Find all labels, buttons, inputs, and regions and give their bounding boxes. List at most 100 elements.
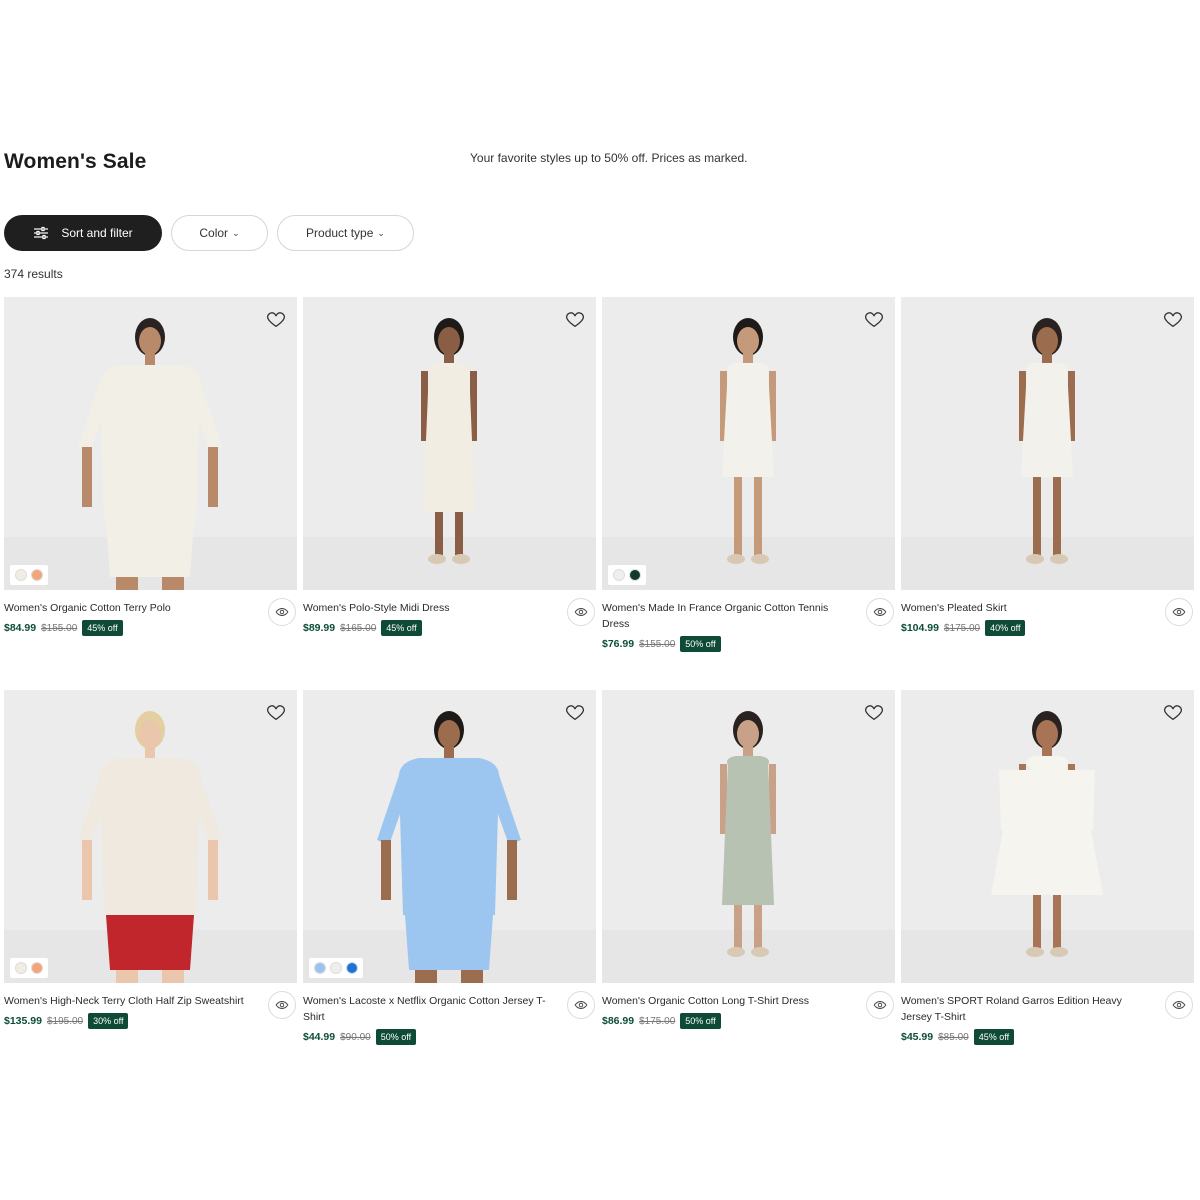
original-price: $85.00 <box>938 1031 969 1043</box>
discount-badge: 45% off <box>82 620 123 636</box>
original-price: $175.00 <box>639 1015 676 1027</box>
quick-view-button[interactable] <box>1165 598 1193 626</box>
quick-view-button[interactable] <box>567 598 595 626</box>
quick-view-button[interactable] <box>268 991 296 1019</box>
discount-badge: 30% off <box>88 1013 129 1029</box>
product-image[interactable] <box>901 297 1194 590</box>
color-swatch[interactable] <box>31 569 43 581</box>
product-image[interactable] <box>901 690 1194 983</box>
price-row: $104.99 $175.00 40% off <box>901 620 1150 636</box>
discount-badge: 45% off <box>973 1029 1015 1045</box>
quick-view-button[interactable] <box>567 991 595 1019</box>
color-swatch[interactable] <box>613 569 625 581</box>
color-swatches <box>10 565 48 585</box>
filter-bar: Sort and filter Color ⌄ Product type ⌄ <box>4 215 414 251</box>
price-row: $84.99 $155.00 45% off <box>4 620 253 636</box>
product-image[interactable] <box>4 297 297 590</box>
product-name[interactable]: Women's SPORT Roland Garros Edition Heav… <box>901 993 1150 1025</box>
heart-icon[interactable] <box>1162 308 1184 330</box>
product-name[interactable]: Women's High-Neck Terry Cloth Half Zip S… <box>4 993 253 1009</box>
product-type-filter-label: Product type <box>306 226 374 240</box>
sale-price: $135.99 <box>4 1015 42 1027</box>
heart-icon[interactable] <box>564 701 586 723</box>
original-price: $165.00 <box>340 622 377 634</box>
product-type-filter-dropdown[interactable]: Product type ⌄ <box>277 215 414 251</box>
product-name[interactable]: Women's Made In France Organic Cotton Te… <box>602 600 851 632</box>
color-filter-dropdown[interactable]: Color ⌄ <box>171 215 268 251</box>
chevron-down-icon: ⌄ <box>377 227 385 238</box>
sale-price: $89.99 <box>303 622 336 634</box>
original-price: $155.00 <box>41 622 78 634</box>
price-row: $44.99 $90.00 50% off <box>303 1029 552 1045</box>
eye-icon <box>275 1001 289 1009</box>
discount-badge: 50% off <box>680 636 721 652</box>
product-name[interactable]: Women's Organic Cotton Terry Polo <box>4 600 253 616</box>
price-row: $45.99 $85.00 45% off <box>901 1029 1150 1045</box>
heart-icon[interactable] <box>564 308 586 330</box>
heart-icon[interactable] <box>265 701 287 723</box>
discount-badge: 50% off <box>680 1013 721 1029</box>
heart-icon[interactable] <box>863 701 885 723</box>
product-card[interactable]: Women's SPORT Roland Garros Edition Heav… <box>901 690 1194 1083</box>
product-image[interactable] <box>602 297 895 590</box>
price-row: $76.99 $155.00 50% off <box>602 636 851 652</box>
product-name[interactable]: Women's Polo-Style Midi Dress <box>303 600 552 616</box>
color-swatch[interactable] <box>15 962 27 974</box>
eye-icon <box>1172 1001 1186 1009</box>
product-image[interactable] <box>602 690 895 983</box>
sort-and-filter-label: Sort and filter <box>61 226 133 240</box>
product-card[interactable]: Women's Lacoste x Netflix Organic Cotton… <box>303 690 596 1083</box>
heart-icon[interactable] <box>863 308 885 330</box>
product-card[interactable]: Women's Made In France Organic Cotton Te… <box>602 297 895 690</box>
eye-icon <box>574 1001 588 1009</box>
product-card[interactable]: Women's Organic Cotton Long T-Shirt Dres… <box>602 690 895 1083</box>
eye-icon <box>574 608 588 616</box>
color-swatch[interactable] <box>31 962 43 974</box>
color-swatch[interactable] <box>15 569 27 581</box>
sliders-icon <box>34 226 49 240</box>
product-name[interactable]: Women's Lacoste x Netflix Organic Cotton… <box>303 993 552 1025</box>
price-row: $89.99 $165.00 45% off <box>303 620 552 636</box>
discount-badge: 50% off <box>375 1029 417 1045</box>
price-row: $135.99 $195.00 30% off <box>4 1013 253 1029</box>
quick-view-button[interactable] <box>866 598 894 626</box>
color-swatch[interactable] <box>629 569 641 581</box>
original-price: $90.00 <box>340 1031 371 1043</box>
product-name[interactable]: Women's Organic Cotton Long T-Shirt Dres… <box>602 993 851 1009</box>
color-swatches <box>608 565 646 585</box>
original-price: $175.00 <box>943 622 981 634</box>
page-title: Women's Sale <box>4 150 147 173</box>
color-swatch[interactable] <box>314 962 326 974</box>
chevron-down-icon: ⌄ <box>232 227 240 238</box>
product-card[interactable]: Women's Pleated Skirt $104.99 $175.00 40% o… <box>901 297 1194 690</box>
sale-price: $45.99 <box>901 1031 934 1043</box>
product-card[interactable]: Women's Polo-Style Midi Dress $89.99 $165.… <box>303 297 596 690</box>
discount-badge: 45% off <box>381 620 422 636</box>
color-swatch[interactable] <box>330 962 342 974</box>
original-price: $195.00 <box>46 1015 84 1027</box>
product-card[interactable]: Women's Organic Cotton Terry Polo $84.99 $… <box>4 297 297 690</box>
sale-price: $76.99 <box>602 638 635 650</box>
sort-and-filter-button[interactable]: Sort and filter <box>4 215 162 251</box>
eye-icon <box>873 608 887 616</box>
product-card[interactable]: Women's High-Neck Terry Cloth Half Zip S… <box>4 690 297 1083</box>
product-image[interactable] <box>303 297 596 590</box>
heart-icon[interactable] <box>265 308 287 330</box>
quick-view-button[interactable] <box>268 598 296 626</box>
quick-view-button[interactable] <box>866 991 894 1019</box>
result-count: 374 results <box>4 267 63 281</box>
product-name[interactable]: Women's Pleated Skirt <box>901 600 1150 616</box>
sale-price: $104.99 <box>901 622 939 634</box>
color-swatch[interactable] <box>346 962 358 974</box>
eye-icon <box>275 608 289 616</box>
color-filter-label: Color <box>199 226 229 240</box>
eye-icon <box>873 1001 887 1009</box>
quick-view-button[interactable] <box>1165 991 1193 1019</box>
product-image[interactable] <box>303 690 596 983</box>
sale-price: $86.99 <box>602 1015 635 1027</box>
original-price: $155.00 <box>639 638 676 650</box>
product-image[interactable] <box>4 690 297 983</box>
discount-badge: 40% off <box>985 620 1026 636</box>
heart-icon[interactable] <box>1162 701 1184 723</box>
color-swatches <box>309 958 363 978</box>
